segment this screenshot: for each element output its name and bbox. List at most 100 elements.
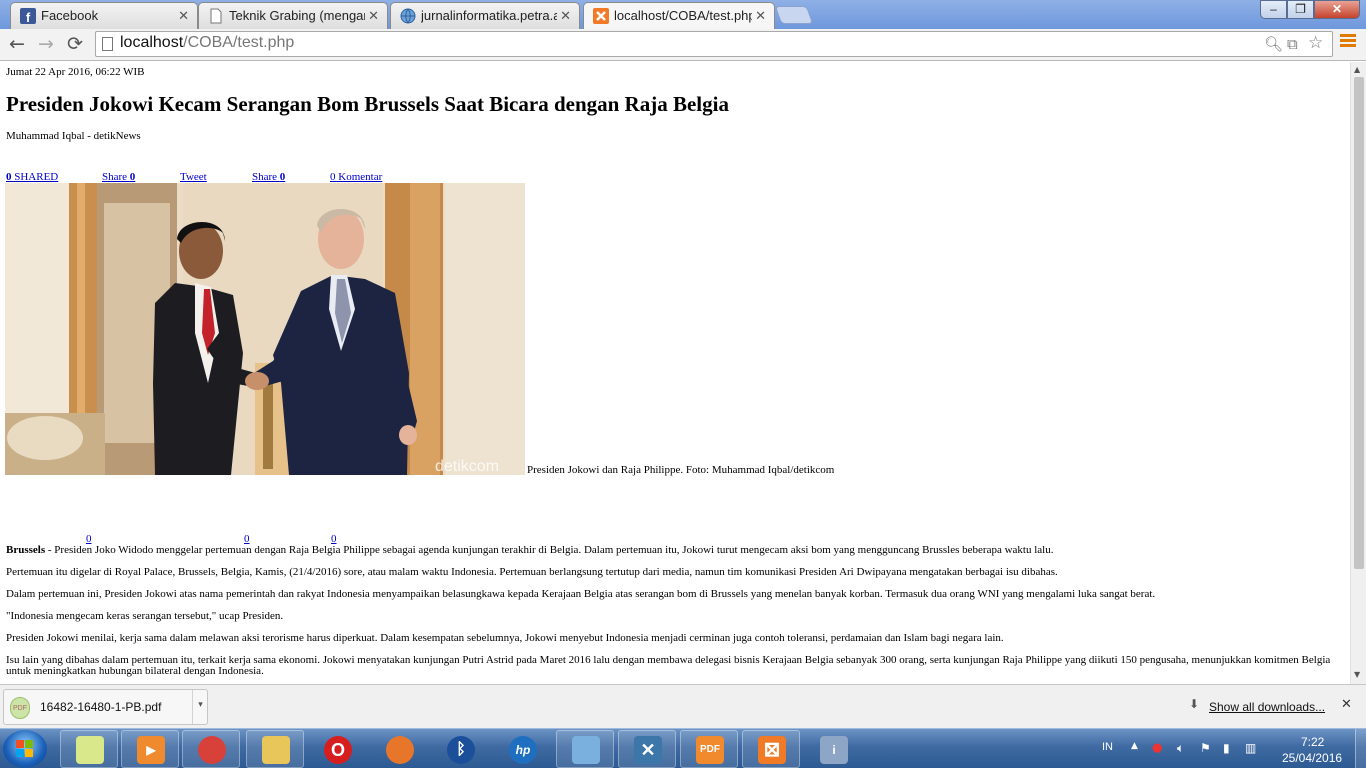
- power-icon[interactable]: ▮: [1223, 741, 1230, 755]
- control-panel-icon: [572, 736, 600, 764]
- close-tab-icon[interactable]: ✕: [560, 8, 571, 24]
- facebook-share-link[interactable]: Share 0: [102, 171, 135, 183]
- firefox-icon: [386, 736, 414, 764]
- svg-text:f: f: [26, 10, 31, 24]
- taskbar-xampp[interactable]: ⊠: [742, 730, 800, 768]
- tab-localhost-active[interactable]: localhost/COBA/test.php ✕: [583, 2, 775, 29]
- page-icon: [102, 37, 113, 51]
- start-button[interactable]: [3, 730, 47, 768]
- shared-count-link[interactable]: 0 SHARED: [6, 171, 58, 183]
- scrollbar-thumb[interactable]: [1354, 77, 1364, 569]
- xampp-icon: [593, 8, 609, 24]
- taskbar-sticky-notes[interactable]: [60, 730, 118, 768]
- taskbar-firefox[interactable]: [370, 730, 428, 768]
- tab-jurnal[interactable]: jurnalinformatika.petra.ac. ✕: [390, 2, 580, 29]
- windows-taskbar: ▶ O ᛒ hp ✕ PDF ⊠ i IN ▲ ⬣ 🔈︎ ⚑ ▮ ▥ 7:22 …: [0, 728, 1366, 768]
- taskbar-tools[interactable]: ✕: [618, 730, 676, 768]
- hp-icon: hp: [509, 736, 537, 764]
- comments-link[interactable]: 0 Komentar: [330, 171, 382, 183]
- clock-date[interactable]: 25/04/2016: [1282, 751, 1342, 765]
- tab-title: Facebook: [41, 8, 99, 23]
- photo-watermark: detikcom: [435, 458, 499, 475]
- action-center-flag-icon[interactable]: ⚑: [1200, 741, 1211, 755]
- scroll-up-icon[interactable]: ▲: [1354, 65, 1360, 74]
- maximize-button[interactable]: ❐: [1287, 0, 1314, 19]
- close-tab-icon[interactable]: ✕: [755, 8, 766, 24]
- volume-icon[interactable]: 🔈︎: [1177, 741, 1184, 756]
- close-window-button[interactable]: ✕: [1314, 0, 1360, 19]
- article-date: Jumat 22 Apr 2016, 06:22 WIB: [6, 66, 145, 78]
- article-paragraph: Presiden Jokowi menilai, kerja sama dala…: [6, 632, 1004, 644]
- tab-title: jurnalinformatika.petra.ac.: [421, 8, 557, 23]
- media-player-icon: ▶: [137, 736, 165, 764]
- network-icon[interactable]: ▥: [1245, 741, 1256, 755]
- lead-paragraph: Brussels - Presiden Joko Widodo menggela…: [6, 544, 1054, 556]
- chevron-down-icon[interactable]: ▾: [192, 690, 208, 724]
- browser-toolbar: ← → ⟳ localhost/COBA/test.php 🔍︎ ⧉ ☆: [0, 29, 1366, 61]
- download-item[interactable]: PDF 16482-16480-1-PB.pdf ▾: [3, 689, 208, 725]
- taskbar-pdf-app[interactable]: PDF: [680, 730, 738, 768]
- article-paragraph: "Indonesia mengecam keras serangan terse…: [6, 610, 284, 622]
- back-icon[interactable]: ←: [5, 32, 29, 56]
- language-indicator[interactable]: IN: [1102, 741, 1113, 753]
- new-tab-button[interactable]: [774, 6, 814, 24]
- taskbar-chrome[interactable]: [182, 730, 240, 768]
- taskbar-control-panel[interactable]: [556, 730, 614, 768]
- taskbar-opera[interactable]: O: [308, 730, 366, 768]
- close-icon[interactable]: ✕: [1341, 697, 1352, 712]
- document-icon: [210, 8, 222, 24]
- download-arrow-icon: ⬇: [1189, 697, 1200, 711]
- search-icon[interactable]: 🔍︎: [1264, 35, 1283, 53]
- antivirus-icon[interactable]: ⬣: [1152, 741, 1162, 755]
- tab-facebook[interactable]: f Facebook ✕: [10, 2, 198, 29]
- address-bar[interactable]: localhost/COBA/test.php 🔍︎ ⧉ ☆: [95, 31, 1333, 57]
- tab-teknik-grabing[interactable]: Teknik Grabing (mengamb ✕: [198, 2, 388, 29]
- url-path: /COBA/test.php: [183, 34, 295, 51]
- forward-icon[interactable]: →: [34, 32, 58, 56]
- reload-icon[interactable]: ⟳: [63, 32, 87, 56]
- article-title: Presiden Jokowi Kecam Serangan Bom Bruss…: [6, 92, 729, 116]
- download-shelf: PDF 16482-16480-1-PB.pdf ▾ ⬇ Show all do…: [0, 684, 1366, 728]
- globe-icon: [400, 8, 416, 24]
- xampp-icon: ⊠: [758, 736, 786, 764]
- taskbar-printer[interactable]: i: [804, 730, 862, 768]
- chrome-menu-icon[interactable]: [1340, 34, 1356, 50]
- bluetooth-icon: ᛒ: [447, 736, 475, 764]
- taskbar-media-player[interactable]: ▶: [121, 730, 179, 768]
- opera-icon: O: [324, 736, 352, 764]
- folder-icon: [262, 736, 290, 764]
- sticky-notes-icon: [76, 736, 104, 764]
- pdf-file-icon: PDF: [10, 697, 30, 719]
- tools-icon: ✕: [634, 736, 662, 764]
- url-host: localhost: [120, 34, 184, 51]
- scroll-down-icon[interactable]: ▼: [1354, 670, 1360, 679]
- taskbar-hp[interactable]: hp: [493, 730, 551, 768]
- show-all-downloads-link[interactable]: Show all downloads...: [1209, 700, 1325, 714]
- close-tab-icon[interactable]: ✕: [178, 8, 189, 24]
- clock-time[interactable]: 7:22: [1301, 735, 1324, 749]
- tweet-link[interactable]: Tweet: [180, 171, 207, 183]
- close-tab-icon[interactable]: ✕: [368, 8, 379, 24]
- download-file-name: 16482-16480-1-PB.pdf: [40, 700, 162, 714]
- article-paragraph: Dalam pertemuan ini, Presiden Jokowi ata…: [6, 588, 1156, 600]
- google-share-link[interactable]: Share 0: [252, 171, 285, 183]
- taskbar-explorer[interactable]: [246, 730, 304, 768]
- tab-title: Teknik Grabing (mengamb: [229, 8, 365, 23]
- article-author: Muhammad Iqbal - detikNews: [6, 130, 141, 142]
- facebook-icon: f: [20, 8, 36, 24]
- show-hidden-icons-icon[interactable]: ▲: [1131, 741, 1138, 751]
- article-paragraph: Isu lain yang dibahas dalam pertemuan it…: [6, 654, 1331, 677]
- page-scrollbar[interactable]: ▲ ▼: [1350, 62, 1366, 684]
- show-desktop-button[interactable]: [1355, 729, 1366, 768]
- photo-caption: Presiden Jokowi dan Raja Philippe. Foto:…: [527, 464, 835, 476]
- page-content: Jumat 22 Apr 2016, 06:22 WIB Presiden Jo…: [0, 62, 1350, 684]
- printer-icon: i: [820, 736, 848, 764]
- tab-strip: f Facebook ✕ Teknik Grabing (mengamb ✕ j…: [0, 0, 1366, 29]
- windows-logo-icon: [16, 740, 34, 758]
- bookmark-star-icon[interactable]: ☆: [1308, 33, 1323, 53]
- minimize-button[interactable]: ‒: [1260, 0, 1287, 19]
- translate-icon[interactable]: ⧉: [1287, 35, 1298, 53]
- pdf-app-icon: PDF: [696, 736, 724, 764]
- article-photo: detikcom: [5, 183, 525, 475]
- taskbar-bluetooth[interactable]: ᛒ: [431, 730, 489, 768]
